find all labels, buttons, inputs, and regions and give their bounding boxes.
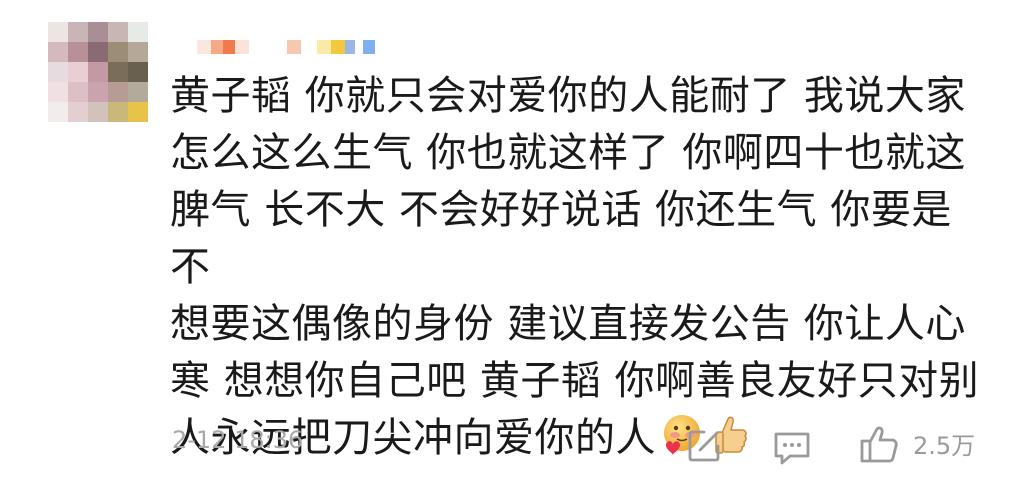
comment-line: 黄子韬 你就只会对爱你的人能耐了 我说大家 (170, 73, 966, 119)
comment-line: 脾气 长不大 不会好好说话 你还生气 你要是不 (170, 187, 952, 290)
comment-line: 怎么这么生气 你也就这样了 你啊四十也就这 (170, 130, 966, 176)
thumbs-up-icon[interactable] (858, 424, 900, 470)
like-count: 2.5万 (913, 432, 976, 460)
comment-line: 想要这偶像的身份 建议直接发公告 你让人心 (170, 301, 966, 347)
avatar[interactable] (48, 22, 148, 122)
comment-line: 寒 想想你自己吧 黄子韬 你啊善良友好只对别 (170, 358, 980, 404)
comment-timestamp: 2-12 18:36 (172, 426, 304, 454)
comment-icon[interactable] (772, 430, 812, 470)
comment-text: 黄子韬 你就只会对爱你的人能耐了 我说大家 怎么这么生气 你也就这样了 你啊四十… (170, 68, 990, 473)
share-icon[interactable] (686, 428, 722, 468)
username-blurred[interactable] (197, 40, 375, 54)
